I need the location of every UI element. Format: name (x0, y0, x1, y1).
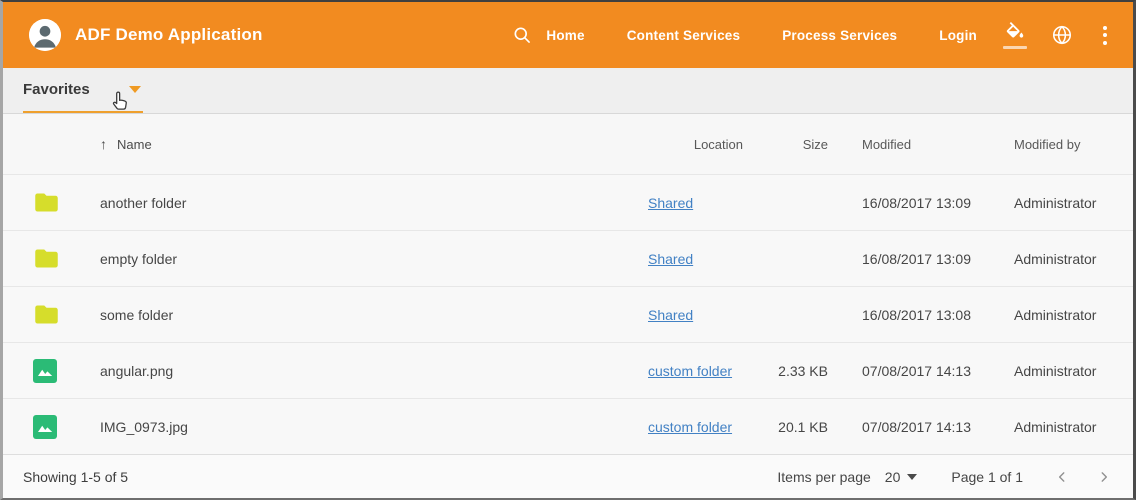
nav-process-services[interactable]: Process Services (782, 28, 897, 43)
table-row[interactable]: another folder Shared 16/08/2017 13:09 A… (3, 174, 1133, 230)
modified-by: Administrator (988, 251, 1103, 267)
column-header-name[interactable]: ↑ Name (98, 136, 648, 152)
modified-by: Administrator (988, 363, 1103, 379)
header-action-icons (1003, 22, 1113, 49)
page-info: Page 1 of 1 (951, 469, 1023, 485)
more-vert-icon[interactable] (1097, 24, 1113, 47)
table-row[interactable]: angular.png custom folder 2.33 KB 07/08/… (3, 342, 1133, 398)
chevron-down-icon (907, 474, 917, 480)
chevron-right-icon (1097, 470, 1111, 484)
file-name: some folder (98, 307, 648, 323)
language-globe-icon[interactable] (1051, 24, 1073, 46)
column-header-modified-by[interactable]: Modified by (988, 137, 1103, 152)
view-tab-bar: Favorites (3, 68, 1133, 114)
chevron-left-icon (1055, 470, 1069, 484)
next-page-button[interactable] (1091, 464, 1117, 490)
user-avatar-icon (29, 19, 61, 51)
favorites-label: Favorites (23, 81, 90, 98)
modified-by: Administrator (988, 307, 1103, 323)
table-row[interactable]: some folder Shared 16/08/2017 13:08 Admi… (3, 286, 1133, 342)
adf-demo-window: ADF Demo Application Home Content Servic… (0, 0, 1136, 500)
theme-color-fill-icon[interactable] (1003, 22, 1027, 49)
column-header-modified[interactable]: Modified (828, 137, 988, 152)
folder-icon (33, 301, 98, 328)
modified-date: 07/08/2017 14:13 (828, 363, 988, 379)
file-size: 2.33 KB (743, 363, 828, 379)
favorites-dropdown[interactable]: Favorites (23, 68, 143, 113)
nav-content-services[interactable]: Content Services (627, 28, 741, 43)
items-per-page-select[interactable]: 20 (885, 469, 918, 485)
modified-date: 16/08/2017 13:09 (828, 251, 988, 267)
folder-icon (33, 189, 98, 216)
pagination-bar: Showing 1-5 of 5 Items per page 20 Page … (3, 454, 1133, 498)
previous-page-button[interactable] (1049, 464, 1075, 490)
document-list: ↑ Name Location Size Modified Modified b… (3, 114, 1133, 454)
modified-date: 16/08/2017 13:09 (828, 195, 988, 211)
main-nav: Home Content Services Process Services L… (546, 28, 977, 43)
items-per-page: Items per page 20 (777, 469, 917, 485)
file-name: angular.png (98, 363, 648, 379)
items-per-page-value: 20 (885, 469, 901, 485)
nav-login[interactable]: Login (939, 28, 977, 43)
file-name: another folder (98, 195, 648, 211)
nav-home[interactable]: Home (546, 28, 584, 43)
sort-ascending-icon: ↑ (100, 136, 107, 152)
location-link[interactable]: Shared (648, 195, 693, 211)
location-link[interactable]: custom folder (648, 419, 732, 435)
table-header-row: ↑ Name Location Size Modified Modified b… (3, 114, 1133, 174)
app-header: ADF Demo Application Home Content Servic… (3, 2, 1133, 68)
search-icon[interactable] (512, 25, 532, 45)
table-row[interactable]: IMG_0973.jpg custom folder 20.1 KB 07/08… (3, 398, 1133, 454)
app-title: ADF Demo Application (75, 25, 263, 45)
column-header-size[interactable]: Size (743, 137, 828, 152)
items-per-page-label: Items per page (777, 469, 870, 485)
table-row[interactable]: empty folder Shared 16/08/2017 13:09 Adm… (3, 230, 1133, 286)
file-name: IMG_0973.jpg (98, 419, 648, 435)
showing-count: Showing 1-5 of 5 (23, 469, 128, 485)
modified-by: Administrator (988, 419, 1103, 435)
location-link[interactable]: Shared (648, 307, 693, 323)
location-link[interactable]: Shared (648, 251, 693, 267)
image-file-icon (33, 359, 98, 383)
modified-by: Administrator (988, 195, 1103, 211)
file-size: 20.1 KB (743, 419, 828, 435)
modified-date: 16/08/2017 13:08 (828, 307, 988, 323)
modified-date: 07/08/2017 14:13 (828, 419, 988, 435)
location-link[interactable]: custom folder (648, 363, 732, 379)
file-name: empty folder (98, 251, 648, 267)
folder-icon (33, 245, 98, 272)
chevron-down-icon (129, 86, 141, 93)
column-header-location[interactable]: Location (648, 137, 743, 152)
image-file-icon (33, 415, 98, 439)
